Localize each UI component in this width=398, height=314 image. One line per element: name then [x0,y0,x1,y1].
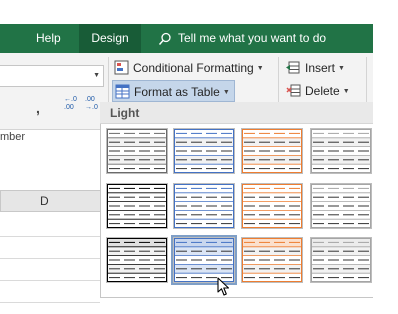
delete-button[interactable]: Delete ▼ [286,80,350,102]
insert-label: Insert [305,61,336,75]
tab-design[interactable]: Design [79,24,141,53]
column-header-d[interactable]: D [40,194,49,208]
chevron-down-icon[interactable]: ▼ [93,72,100,79]
tell-me-search[interactable]: Tell me what you want to do [158,24,326,53]
format-as-table-button[interactable]: Format as Table ▼ [112,80,235,102]
format-as-table-icon [115,84,130,99]
row-gridline [0,236,100,237]
conditional-formatting-button[interactable]: Conditional Formatting ▼ [114,57,264,79]
gallery-section-header [100,102,373,124]
chevron-down-icon: ▼ [342,87,350,95]
window-edge [373,0,398,314]
table-style-swatch[interactable] [106,237,168,283]
chevron-down-icon: ▼ [222,88,230,96]
number-group-label: mber [0,131,26,143]
table-style-swatch[interactable] [173,183,235,229]
chevron-down-icon: ▼ [338,64,345,72]
comma-style-button[interactable]: , [36,100,40,116]
gallery-section-light: Light [110,106,140,120]
row-gridline [0,302,100,303]
delete-cells-icon [286,84,301,97]
increase-decimal-button[interactable]: ←.0 .00 [64,96,77,112]
ribbon-tab-bar: Help Design Tell me what you want to do [0,24,373,53]
table-style-swatch[interactable] [241,128,303,174]
delete-label: Delete [305,84,340,98]
column-header[interactable] [0,190,100,212]
decrease-decimal-label: .00 →.0 [85,96,98,111]
row-gridline [0,258,100,259]
insert-button[interactable]: Insert ▼ [286,57,345,79]
insert-cells-icon [286,61,300,74]
format-as-table-label: Format as Table [134,85,220,99]
row-gridline [0,280,100,281]
table-style-swatch[interactable] [241,183,303,229]
chevron-down-icon: ▼ [256,64,264,72]
increase-decimal-label: ←.0 .00 [64,96,77,111]
table-style-swatch[interactable] [241,237,303,283]
lightbulb-icon [158,32,171,45]
tell-me-text: Tell me what you want to do [178,31,327,45]
tab-help[interactable]: Help [24,24,73,53]
decrease-decimal-button[interactable]: .00 →.0 [85,96,98,112]
table-style-swatch[interactable] [106,183,168,229]
conditional-formatting-icon [114,60,129,75]
table-style-swatch[interactable] [173,128,235,174]
name-box[interactable]: ▼ [0,65,104,87]
worksheet-grid[interactable] [0,145,100,314]
table-style-swatch[interactable] [310,128,372,174]
table-style-swatch[interactable] [310,183,372,229]
column-divider [0,190,1,212]
table-style-swatch[interactable] [106,128,168,174]
conditional-formatting-label: Conditional Formatting [133,61,254,75]
table-style-swatch[interactable] [310,237,372,283]
mouse-pointer-icon [217,277,231,302]
